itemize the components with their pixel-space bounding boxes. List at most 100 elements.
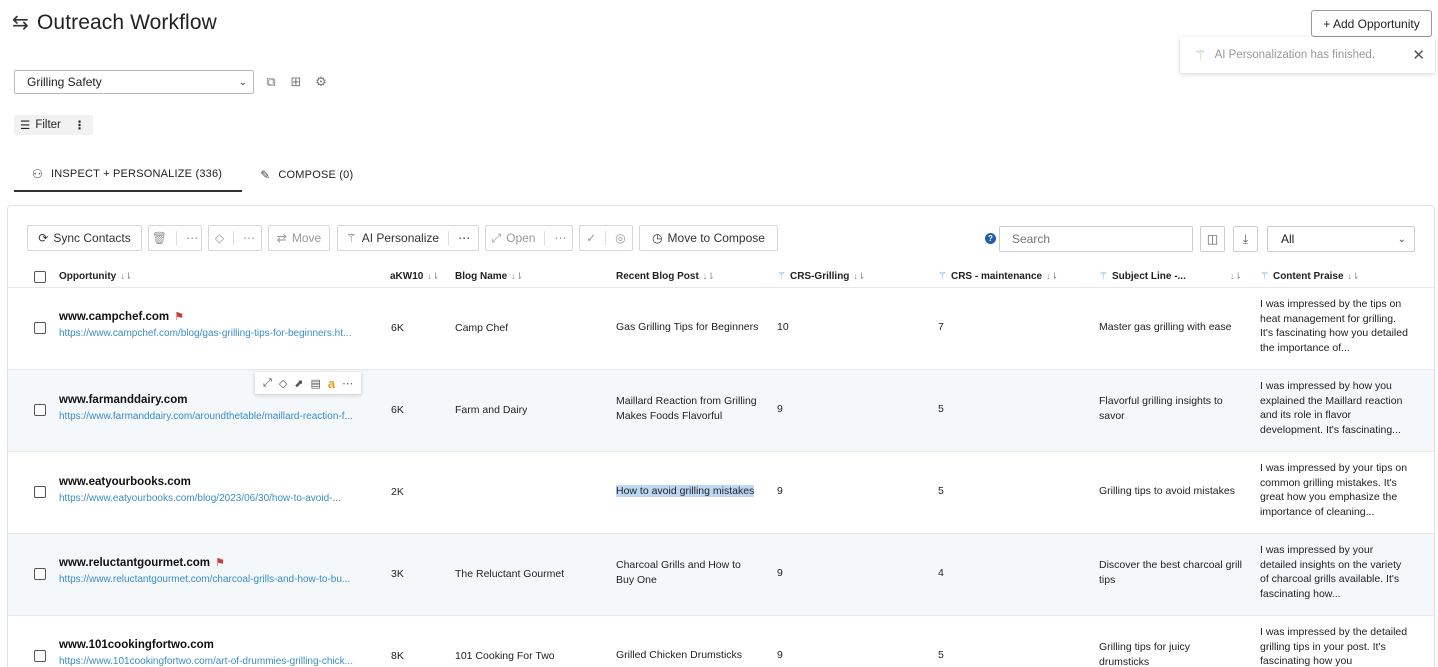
- akw10-cell: 8K: [391, 650, 404, 662]
- move-button[interactable]: ⇄ Move: [268, 225, 330, 251]
- tag-button-group[interactable]: ◇ ⋯: [208, 225, 262, 251]
- download-icon[interactable]: ⤓: [1233, 226, 1258, 252]
- move-to-compose-button[interactable]: ◷ Move to Compose: [639, 225, 778, 251]
- blog-name-cell: Farm and Dairy: [455, 404, 528, 416]
- url-link[interactable]: https://www.eatyourbooks.com/blog/2023/0…: [59, 492, 383, 507]
- subject-line-cell[interactable]: Flavorful grilling insights to savor: [1099, 394, 1251, 423]
- column-crs-maintenance[interactable]: ⚚ CRS - maintenance ↓⇂: [938, 271, 1058, 282]
- url-link[interactable]: https://www.reluctantgourmet.com/charcoa…: [59, 573, 383, 588]
- recent-post-text: Maillard Reaction from Grilling Makes Fo…: [616, 395, 757, 422]
- ai-personalize-button[interactable]: ⚚ AI Personalize ⋯: [337, 225, 479, 251]
- recent-post-text-selected: How to avoid grilling mistakes: [616, 485, 755, 497]
- open-button-group[interactable]: ⤢ Open ⋯: [485, 225, 573, 251]
- column-content-praise[interactable]: ⚚ Content Praise ↓⇂: [1260, 271, 1360, 282]
- filter-label: Filter: [35, 119, 61, 131]
- chevron-down-icon: ⌄: [238, 76, 247, 88]
- subject-line-cell[interactable]: Grilling tips for juicy drumsticks: [1099, 640, 1229, 667]
- page-title: Outreach Workflow: [37, 11, 217, 34]
- domain-link[interactable]: www.reluctantgourmet.com: [59, 556, 210, 571]
- copy-icon[interactable]: ⧉: [263, 74, 279, 90]
- crs-maintenance-cell: 4: [938, 567, 944, 579]
- recent-post-text: Gas Grilling Tips for Beginners: [616, 321, 759, 333]
- delete-button-group[interactable]: 🗑 ⋯: [148, 225, 202, 251]
- campaign-select-value: Grilling Safety: [27, 75, 102, 89]
- table-row[interactable]: www.101cookingfortwo.com https://www.101…: [8, 615, 1434, 667]
- row-checkbox[interactable]: [34, 650, 46, 662]
- blog-name-cell: The Reluctant Gourmet: [455, 568, 565, 580]
- select-all-checkbox[interactable]: [34, 271, 46, 283]
- column-akw10[interactable]: aKW10 ↓⇂: [390, 271, 439, 282]
- content-praise-cell[interactable]: I was impressed by your detailed insight…: [1260, 543, 1408, 602]
- column-opportunity[interactable]: Opportunity ↓⇂: [59, 271, 132, 282]
- row-checkbox[interactable]: [34, 322, 46, 334]
- column-label: CRS-Grilling: [789, 271, 850, 282]
- open-label: Open: [506, 231, 536, 245]
- tab-bar: ⚇ INSPECT + PERSONALIZE (336) ✎ COMPOSE …: [14, 158, 373, 192]
- ai-personalize-label: AI Personalize: [361, 231, 440, 245]
- table-row[interactable]: www.eatyourbooks.com https://www.eatyour…: [8, 451, 1434, 533]
- columns-icon[interactable]: ◫: [1200, 226, 1225, 252]
- crs-grilling-cell: 9: [777, 403, 783, 415]
- table-row[interactable]: www.reluctantgourmet.com ⚑ https://www.re…: [8, 533, 1434, 615]
- campaign-select[interactable]: Grilling Safety ⌄: [14, 70, 254, 94]
- users-icon: ⚇: [32, 167, 43, 181]
- flag-icon[interactable]: ⚑: [215, 556, 225, 571]
- content-praise-cell[interactable]: I was impressed by the tips on heat mana…: [1260, 297, 1408, 356]
- content-praise-cell[interactable]: I was impressed by your tips on common g…: [1260, 461, 1408, 520]
- blog-name-cell: Camp Chef: [455, 322, 509, 334]
- column-blog-name[interactable]: Blog Name ↓⇂: [455, 271, 523, 282]
- column-subject-line[interactable]: ⚚ Subject Line -... ↓⇂: [1099, 271, 1242, 282]
- row-checkbox[interactable]: [34, 404, 46, 416]
- gear-icon[interactable]: ⚙: [313, 74, 329, 90]
- move-to-compose-label: Move to Compose: [667, 231, 765, 245]
- table-row[interactable]: www.campchef.com ⚑ https://www.campchef.c…: [8, 287, 1434, 369]
- recent-post-text: Charcoal Grills and How to Buy One: [616, 559, 741, 586]
- url-link[interactable]: https://www.campchef.com/blog/gas-grilli…: [59, 327, 383, 342]
- domain-link[interactable]: www.101cookingfortwo.com: [59, 638, 214, 653]
- content-praise-cell[interactable]: I was impressed by the detailed grilling…: [1260, 625, 1408, 667]
- external-link-icon[interactable]: ⬈: [294, 377, 303, 390]
- add-opportunity-button[interactable]: + Add Opportunity: [1311, 10, 1432, 37]
- crs-grilling-cell: 9: [777, 567, 783, 579]
- search-input[interactable]: [999, 226, 1193, 252]
- help-icon[interactable]: ?: [985, 233, 996, 244]
- more-icon[interactable]: ⋯: [342, 377, 353, 390]
- sort-icon: ↓⇂: [511, 271, 524, 281]
- column-label: Opportunity: [59, 271, 117, 282]
- subject-line-cell[interactable]: Discover the best charcoal grill tips: [1099, 558, 1249, 587]
- subject-line-cell[interactable]: Grilling tips to avoid mistakes: [1099, 484, 1251, 499]
- table-row[interactable]: ⤢ ◇ ⬈ ▤ a ⋯ www.farmanddairy.com https:/…: [8, 369, 1434, 451]
- amazon-icon[interactable]: a: [328, 376, 335, 391]
- sync-contacts-button[interactable]: ⟳ Sync Contacts: [27, 225, 142, 251]
- column-label: Content Praise: [1272, 271, 1344, 282]
- approve-button-group[interactable]: ✓ ◎: [579, 225, 633, 251]
- grid-icon[interactable]: ⊞: [288, 74, 304, 90]
- tab-inspect-personalize[interactable]: ⚇ INSPECT + PERSONALIZE (336): [14, 158, 243, 192]
- crs-grilling-cell: 9: [777, 485, 783, 497]
- column-crs-grilling[interactable]: ⚚ CRS-Grilling ↓⇂: [777, 271, 865, 282]
- more-icon: ⋯: [458, 231, 471, 245]
- column-label: aKW10: [390, 271, 424, 282]
- filter-button[interactable]: ☰ Filter ⋮: [14, 115, 94, 135]
- view-filter-select[interactable]: All ⌄: [1267, 226, 1415, 252]
- more-vertical-icon[interactable]: ⋮: [74, 118, 86, 132]
- magic-wand-icon: ⚚: [1194, 46, 1207, 63]
- row-checkbox[interactable]: [34, 486, 46, 498]
- subject-line-cell[interactable]: Master gas grilling with ease: [1099, 320, 1251, 335]
- column-recent-post[interactable]: Recent Blog Post ↓⇂: [616, 271, 715, 282]
- tag-icon[interactable]: ◇: [279, 377, 287, 390]
- close-icon[interactable]: ✕: [1412, 46, 1425, 64]
- domain-link[interactable]: www.farmanddairy.com: [59, 393, 187, 408]
- tab-compose[interactable]: ✎ COMPOSE (0): [242, 158, 373, 192]
- list-icon[interactable]: ▤: [311, 377, 321, 390]
- crs-maintenance-cell: 5: [938, 649, 944, 661]
- content-praise-cell[interactable]: I was impressed by how you explained the…: [1260, 379, 1408, 438]
- toast-message: AI Personalization has finished.: [1214, 49, 1376, 61]
- domain-link[interactable]: www.eatyourbooks.com: [59, 475, 191, 490]
- expand-icon[interactable]: ⤢: [263, 377, 272, 390]
- url-link[interactable]: https://www.farmanddairy.com/aroundtheta…: [59, 410, 383, 425]
- domain-link[interactable]: www.campchef.com: [59, 310, 169, 325]
- row-checkbox[interactable]: [34, 568, 46, 580]
- url-link[interactable]: https://www.101cookingfortwo.com/art-of-…: [59, 655, 383, 667]
- flag-icon[interactable]: ⚑: [174, 310, 184, 325]
